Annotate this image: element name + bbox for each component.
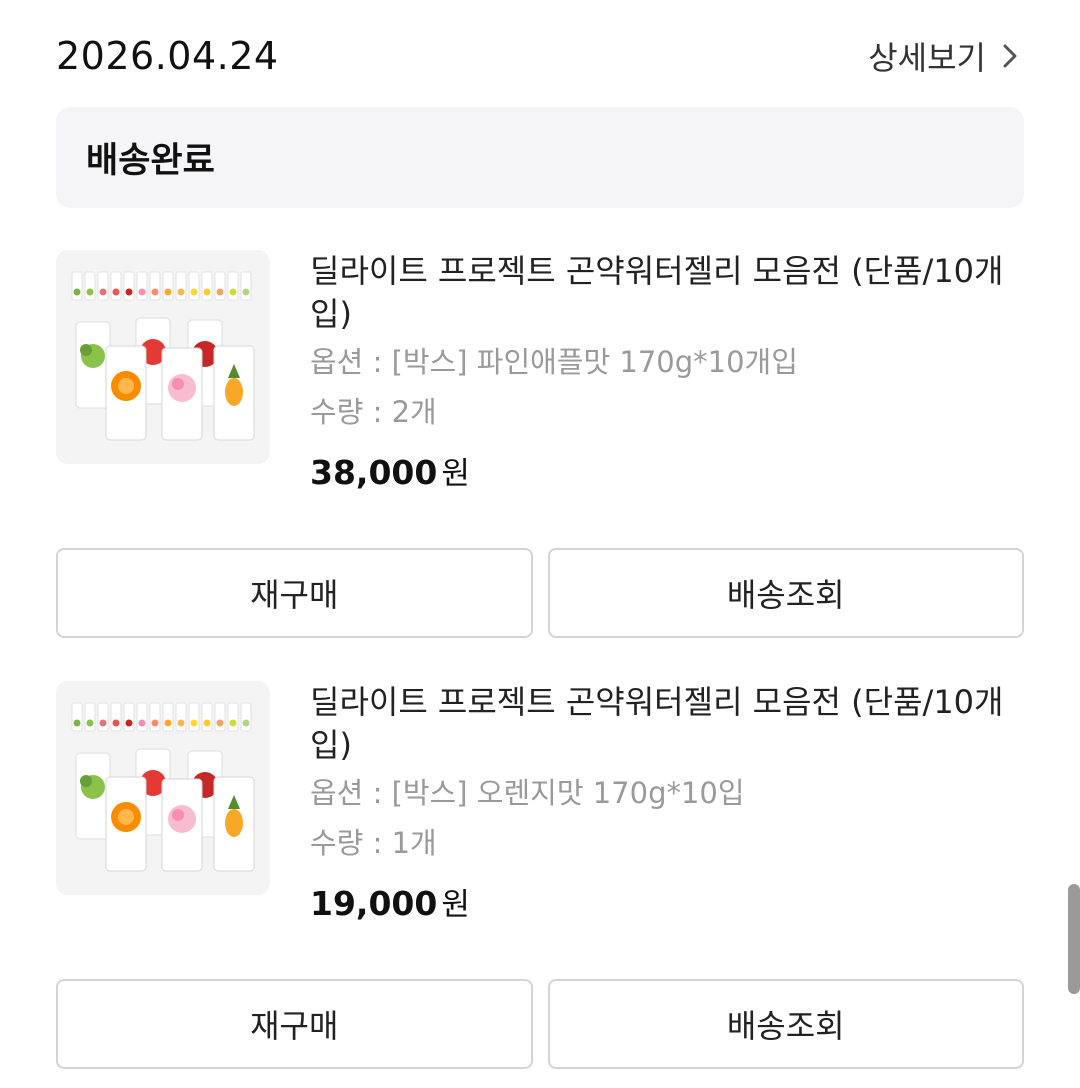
product-thumbnail[interactable] — [56, 250, 270, 464]
product-image — [56, 250, 270, 464]
track-delivery-button[interactable]: 배송조회 — [547, 979, 1024, 1069]
order-detail-page: 2026.04.24 상세보기 배송완료 딜라이트 프로젝트 곤약워터젤리 모음… — [0, 0, 1080, 1088]
item-action-buttons: 재구매 배송조회 — [56, 979, 1024, 1069]
product-quantity: 수량 : 1개 — [310, 826, 437, 860]
price-currency: 원 — [441, 456, 470, 492]
product-info: 딜라이트 프로젝트 곤약워터젤리 모음전 (단품/10개입) 옵션 : [박스]… — [310, 681, 1024, 924]
product-quantity: 수량 : 2개 — [310, 395, 437, 429]
delivery-status-label: 배송완료 — [86, 141, 215, 181]
product-thumbnail[interactable] — [56, 681, 270, 895]
scrollbar-thumb[interactable] — [1068, 884, 1080, 994]
product-image — [56, 681, 270, 895]
price-amount: 38,000 — [310, 453, 438, 492]
product-price: 38,000 원 — [310, 448, 1024, 493]
chevron-right-icon — [996, 42, 1024, 70]
delivery-status-box: 배송완료 — [56, 107, 1024, 208]
product-name[interactable]: 딜라이트 프로젝트 곤약워터젤리 모음전 (단품/10개입) — [310, 250, 1024, 336]
product-option: 옵션 : [박스] 오렌지맛 170g*10입 — [310, 776, 745, 810]
rebuy-button[interactable]: 재구매 — [56, 979, 533, 1069]
order-item: 딜라이트 프로젝트 곤약워터젤리 모음전 (단품/10개입) 옵션 : [박스]… — [56, 681, 1024, 941]
rebuy-button[interactable]: 재구매 — [56, 548, 533, 638]
price-currency: 원 — [441, 887, 470, 923]
view-details-link[interactable]: 상세보기 — [868, 33, 1024, 79]
product-name[interactable]: 딜라이트 프로젝트 곤약워터젤리 모음전 (단품/10개입) — [310, 681, 1024, 767]
product-price: 19,000 원 — [310, 879, 1024, 924]
item-action-buttons: 재구매 배송조회 — [56, 548, 1024, 638]
track-delivery-button[interactable]: 배송조회 — [547, 548, 1024, 638]
order-header: 2026.04.24 상세보기 — [56, 28, 1024, 84]
order-date: 2026.04.24 — [56, 34, 279, 78]
price-amount: 19,000 — [310, 884, 438, 923]
product-option: 옵션 : [박스] 파인애플맛 170g*10개입 — [310, 345, 798, 379]
view-details-label: 상세보기 — [868, 39, 986, 77]
order-item: 딜라이트 프로젝트 곤약워터젤리 모음전 (단품/10개입) 옵션 : [박스]… — [56, 250, 1024, 510]
product-info: 딜라이트 프로젝트 곤약워터젤리 모음전 (단품/10개입) 옵션 : [박스]… — [310, 250, 1024, 493]
